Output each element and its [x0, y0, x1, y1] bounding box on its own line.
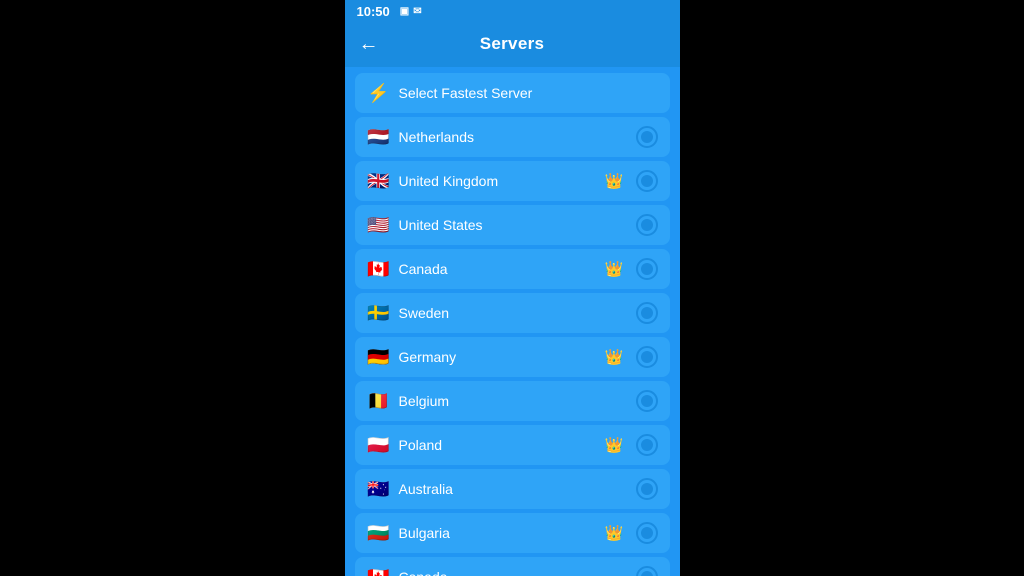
flag-canada-2: 🇨🇦 — [367, 568, 391, 576]
crown-icon-canada-1: 👑 — [605, 260, 624, 278]
radio-canada-2[interactable] — [636, 566, 658, 576]
crown-icon-poland: 👑 — [605, 436, 624, 454]
radio-belgium[interactable] — [636, 390, 658, 412]
radio-united-states[interactable] — [636, 214, 658, 236]
mail-icon: ✉ — [413, 6, 421, 17]
server-name-canada-2: Canada — [399, 569, 628, 576]
server-list: ⚡ Select Fastest Server 🇳🇱 Netherlands 🇬… — [345, 67, 680, 576]
flag-sweden: 🇸🇪 — [367, 304, 391, 322]
server-item-canada-2[interactable]: 🇨🇦 Canada — [355, 557, 670, 576]
server-name-belgium: Belgium — [399, 393, 628, 409]
fastest-icon: ⚡ — [367, 84, 391, 102]
flag-united-states: 🇺🇸 — [367, 216, 391, 234]
status-time: 10:50 — [357, 4, 390, 19]
flag-germany: 🇩🇪 — [367, 348, 391, 366]
header-title: Servers — [480, 34, 545, 54]
server-item-belgium[interactable]: 🇧🇪 Belgium — [355, 381, 670, 421]
server-item-australia[interactable]: 🇦🇺 Australia — [355, 469, 670, 509]
radio-germany[interactable] — [636, 346, 658, 368]
flag-united-kingdom: 🇬🇧 — [367, 172, 391, 190]
status-icons: ▣ ✉ — [400, 6, 422, 17]
server-item-netherlands[interactable]: 🇳🇱 Netherlands — [355, 117, 670, 157]
back-button[interactable]: ← — [359, 34, 379, 54]
crown-icon-germany: 👑 — [605, 348, 624, 366]
radio-australia[interactable] — [636, 478, 658, 500]
crown-icon-bulgaria: 👑 — [605, 524, 624, 542]
server-name-germany: Germany — [399, 349, 597, 365]
server-item-united-states[interactable]: 🇺🇸 United States — [355, 205, 670, 245]
phone-screen: 10:50 ▣ ✉ ← Servers ⚡ Select Fastest Ser… — [345, 0, 680, 576]
server-item-bulgaria[interactable]: 🇧🇬 Bulgaria 👑 — [355, 513, 670, 553]
server-name-sweden: Sweden — [399, 305, 628, 321]
flag-netherlands: 🇳🇱 — [367, 128, 391, 146]
fastest-server-item[interactable]: ⚡ Select Fastest Server — [355, 73, 670, 113]
server-name-united-states: United States — [399, 217, 628, 233]
radio-poland[interactable] — [636, 434, 658, 456]
server-item-united-kingdom[interactable]: 🇬🇧 United Kingdom 👑 — [355, 161, 670, 201]
server-item-poland[interactable]: 🇵🇱 Poland 👑 — [355, 425, 670, 465]
flag-australia: 🇦🇺 — [367, 480, 391, 498]
notification-icon: ▣ — [400, 6, 409, 17]
server-name-netherlands: Netherlands — [399, 129, 628, 145]
server-name-bulgaria: Bulgaria — [399, 525, 597, 541]
server-item-sweden[interactable]: 🇸🇪 Sweden — [355, 293, 670, 333]
server-name-united-kingdom: United Kingdom — [399, 173, 597, 189]
fastest-server-label: Select Fastest Server — [399, 85, 658, 101]
server-item-canada-1[interactable]: 🇨🇦 Canada 👑 — [355, 249, 670, 289]
radio-netherlands[interactable] — [636, 126, 658, 148]
radio-sweden[interactable] — [636, 302, 658, 324]
server-name-australia: Australia — [399, 481, 628, 497]
radio-canada-1[interactable] — [636, 258, 658, 280]
flag-belgium: 🇧🇪 — [367, 392, 391, 410]
header: ← Servers — [345, 23, 680, 67]
radio-united-kingdom[interactable] — [636, 170, 658, 192]
server-name-poland: Poland — [399, 437, 597, 453]
flag-poland: 🇵🇱 — [367, 436, 391, 454]
radio-bulgaria[interactable] — [636, 522, 658, 544]
server-item-germany[interactable]: 🇩🇪 Germany 👑 — [355, 337, 670, 377]
flag-canada-1: 🇨🇦 — [367, 260, 391, 278]
flag-bulgaria: 🇧🇬 — [367, 524, 391, 542]
crown-icon-united-kingdom: 👑 — [605, 172, 624, 190]
server-name-canada-1: Canada — [399, 261, 597, 277]
status-bar: 10:50 ▣ ✉ — [345, 0, 680, 23]
